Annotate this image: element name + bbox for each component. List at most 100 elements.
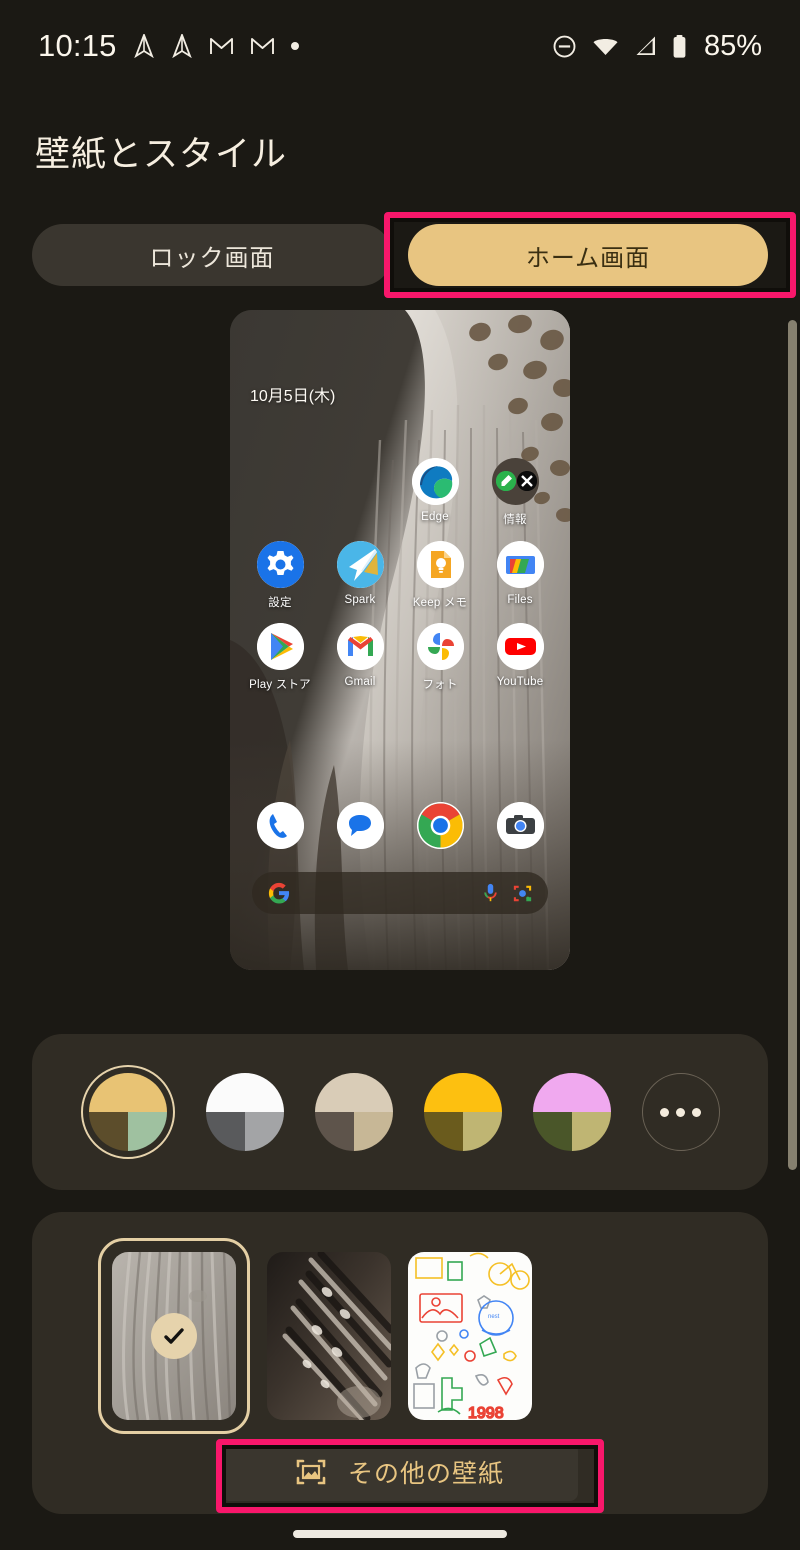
preview-app-phone[interactable] (250, 802, 310, 855)
more-wallpapers-label: その他の壁紙 (347, 1460, 504, 1488)
android-wallpaper-style-screen: 10:15 85% 壁紙とスタイル ロック画面 ホーム画面 10月5日(木) E… (0, 0, 800, 1550)
preview-dock-row (230, 802, 570, 855)
swatch-bottom-left-color (88, 1112, 128, 1151)
svg-text:nest: nest (488, 1314, 500, 1320)
preview-app-youtube[interactable]: YouTube (490, 623, 550, 692)
page-title: 壁紙とスタイル (35, 135, 288, 174)
gmail-icon (336, 623, 384, 670)
wallpaper-thumb-feather-dark[interactable] (267, 1252, 391, 1420)
wallpaper-thumbnail-row: 1998 nest (32, 1212, 768, 1434)
swatch-top-color (88, 1073, 167, 1112)
preview-app-edge[interactable]: Edge (405, 458, 465, 527)
phone-icon (256, 802, 304, 849)
swatch-bottom-right-color (462, 1112, 502, 1151)
preview-app-keep[interactable]: Keep メモ (410, 541, 470, 610)
preview-app-label: Play ストア (249, 679, 311, 691)
check-icon (151, 1313, 197, 1359)
play-store-icon (256, 623, 304, 670)
wallpaper-thumb-doodle-white[interactable]: 1998 nest (408, 1252, 532, 1420)
preview-app-row: Edge 情報 (230, 458, 570, 527)
swatch-circle (314, 1073, 393, 1151)
color-swatch-gold-sage[interactable] (80, 1065, 175, 1159)
spark-plane-icon (133, 32, 155, 59)
google-lens-icon[interactable] (513, 884, 532, 903)
google-keep-icon (416, 541, 464, 588)
swatch-bottom-left-color (205, 1112, 245, 1151)
color-swatch-white-gray[interactable] (205, 1073, 284, 1151)
wallpaper-thumb-feather-light[interactable] (98, 1238, 250, 1434)
feedly-icon (495, 471, 516, 491)
swatch-bottom-right-color (244, 1112, 284, 1151)
status-bar-left: 10:15 (38, 28, 299, 64)
preview-app-spark[interactable]: Spark (330, 541, 390, 610)
more-colors-button[interactable] (641, 1073, 720, 1151)
camera-icon (496, 802, 544, 849)
swatch-circle (423, 1073, 502, 1151)
swatch-bottom-right-color (571, 1112, 611, 1151)
preview-app-gmail[interactable]: Gmail (330, 623, 390, 692)
preview-app-photos[interactable]: フォト (410, 623, 470, 692)
preview-app-grid: Edge 情報 設定 Spark Keep メモ Files Play ストア … (230, 458, 570, 705)
preview-app-label: Gmail (344, 676, 376, 688)
swatch-circle (532, 1073, 611, 1151)
status-bar-right: 85% (552, 30, 762, 63)
preview-app-label: Keep メモ (412, 597, 468, 609)
tab-lock-screen-label: ロック画面 (149, 244, 275, 272)
swatch-top-color (314, 1073, 393, 1112)
preview-dock (230, 802, 570, 868)
tab-home-screen[interactable]: ホーム画面 (408, 224, 768, 286)
gmail-m-icon (209, 36, 234, 56)
preview-app-play-store[interactable]: Play ストア (249, 623, 311, 692)
battery-percent-label: 85% (703, 29, 762, 62)
preview-app-label: 情報 (503, 514, 527, 526)
youtube-icon (496, 623, 544, 670)
color-swatch-beige-brown[interactable] (314, 1073, 393, 1151)
spark-icon (336, 541, 384, 588)
swatch-bottom-left-color (314, 1112, 354, 1151)
preview-app-messages[interactable] (330, 802, 390, 855)
preview-google-search-bar[interactable] (252, 872, 548, 914)
swatch-bottom-left-color (532, 1112, 572, 1151)
swatch-top-color (205, 1073, 284, 1112)
image-frame-icon (296, 1457, 326, 1487)
color-swatch-panel (32, 1034, 768, 1190)
files-icon (496, 541, 544, 588)
messages-icon (336, 802, 384, 849)
preview-app-row: 設定 Spark Keep メモ Files (230, 541, 570, 610)
edge-icon (411, 458, 459, 505)
preview-app-files[interactable]: Files (490, 541, 550, 610)
vertical-scrollbar[interactable] (788, 320, 797, 1170)
preview-app-label: Files (507, 594, 533, 606)
swatch-circle (88, 1073, 167, 1151)
svg-text:1998: 1998 (468, 1405, 504, 1420)
do-not-disturb-icon (552, 34, 577, 59)
color-swatch-yellow-olive[interactable] (423, 1073, 502, 1151)
microphone-icon[interactable] (482, 883, 499, 903)
color-swatch-pink-green[interactable] (532, 1073, 611, 1151)
swatch-top-color (423, 1073, 502, 1112)
status-bar: 10:15 85% (0, 0, 800, 92)
preview-folder-joho[interactable]: 情報 (485, 458, 545, 527)
tab-home-screen-label: ホーム画面 (525, 244, 651, 272)
google-photos-icon (416, 623, 464, 670)
swatch-bottom-left-color (423, 1112, 463, 1151)
tab-lock-screen[interactable]: ロック画面 (32, 224, 392, 286)
preview-app-label: Spark (344, 594, 376, 606)
status-bar-clock: 10:15 (38, 28, 117, 63)
wifi-icon (592, 35, 619, 57)
preview-app-label: フォト (422, 679, 458, 691)
settings-gear-icon (256, 541, 304, 588)
more-wallpapers-button[interactable]: その他の壁紙 (222, 1443, 578, 1501)
chrome-icon (416, 802, 464, 849)
home-screen-preview[interactable]: 10月5日(木) Edge 情報 設定 Spark Keep メモ Files … (230, 310, 570, 970)
spark-plane-icon (171, 32, 193, 59)
dot-icon (290, 42, 299, 50)
preview-app-settings[interactable]: 設定 (250, 541, 310, 610)
preview-app-camera[interactable] (490, 802, 550, 855)
cellular-signal-icon (634, 35, 657, 57)
swatch-bottom-right-color (127, 1112, 167, 1151)
preview-app-chrome[interactable] (410, 802, 470, 855)
home-gesture-pill[interactable] (293, 1530, 507, 1538)
screen-type-tabs: ロック画面 ホーム画面 (32, 224, 768, 286)
swatch-top-color (532, 1073, 611, 1112)
